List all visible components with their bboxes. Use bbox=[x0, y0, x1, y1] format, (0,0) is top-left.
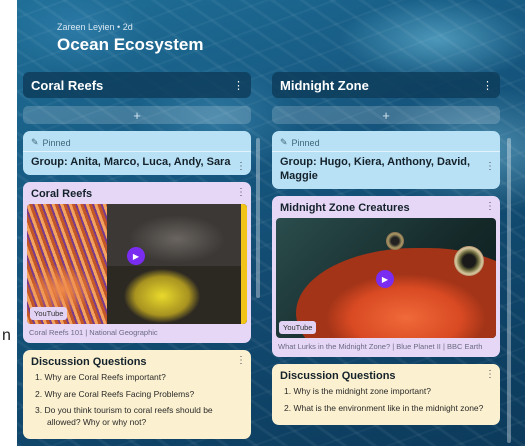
group-title: Group: Anita, Marco, Luca, Andy, Sara bbox=[23, 151, 251, 175]
card-menu-icon[interactable]: ⋮ bbox=[236, 355, 246, 366]
add-post-button[interactable]: + bbox=[272, 106, 500, 124]
coral-image-tile bbox=[27, 204, 107, 324]
card-menu-icon[interactable]: ⋮ bbox=[236, 187, 246, 198]
play-icon[interactable]: ▶ bbox=[376, 270, 394, 288]
column-title: Coral Reefs bbox=[31, 77, 104, 93]
group-title: Group: Hugo, Kiera, Anthony, David, Magg… bbox=[272, 151, 500, 189]
source-badge: YouTube bbox=[279, 321, 317, 334]
column-scrollbar[interactable] bbox=[256, 138, 260, 298]
column-header[interactable]: Coral Reefs ⋮ bbox=[23, 72, 251, 98]
board-title: Ocean Ecosystem bbox=[57, 35, 204, 54]
pinned-indicator: ✎ Pinned bbox=[23, 131, 251, 151]
list-item: 1. Why is the midnight zone important? bbox=[284, 386, 431, 396]
column-menu-icon[interactable]: ⋮ bbox=[233, 79, 244, 92]
card-menu-icon[interactable]: ⋮ bbox=[485, 161, 495, 172]
column-header[interactable]: Midnight Zone ⋮ bbox=[272, 72, 500, 98]
pinned-label: Pinned bbox=[291, 137, 320, 148]
card-title: Discussion Questions bbox=[280, 370, 396, 382]
play-icon[interactable]: ▶ bbox=[127, 247, 145, 265]
column-menu-icon[interactable]: ⋮ bbox=[482, 79, 493, 92]
pinned-label: Pinned bbox=[42, 137, 71, 148]
card-menu-icon[interactable]: ⋮ bbox=[236, 161, 246, 172]
coral-image-tile bbox=[241, 204, 247, 324]
left-edge-letter: n bbox=[2, 327, 11, 344]
list-item: 2. What is the environment like in the m… bbox=[284, 402, 484, 413]
video-thumbnail[interactable]: ▶ YouTube bbox=[27, 204, 247, 324]
source-badge: YouTube bbox=[30, 307, 68, 320]
pinned-group-card[interactable]: ✎ Pinned Group: Anita, Marco, Luca, Andy… bbox=[23, 131, 251, 175]
card-menu-icon[interactable]: ⋮ bbox=[485, 369, 495, 380]
column-scrollbar[interactable] bbox=[507, 138, 511, 443]
list-item: 3. Do you think tourism to coral reefs s… bbox=[35, 405, 213, 427]
question-list: 1. Why is the midnight zone important? 2… bbox=[272, 386, 500, 425]
video-caption[interactable]: Coral Reefs 101 | National Geographic bbox=[23, 324, 251, 343]
left-edge-strip: n bbox=[0, 0, 17, 446]
question-list: 1. Why are Coral Reefs important? 2. Why… bbox=[23, 372, 251, 439]
discussion-card[interactable]: Discussion Questions ⋮ 1. Why are Coral … bbox=[23, 350, 251, 439]
pin-icon: ✎ bbox=[31, 137, 39, 147]
card-title: Discussion Questions bbox=[31, 356, 147, 368]
pinned-group-card[interactable]: ✎ Pinned Group: Hugo, Kiera, Anthony, Da… bbox=[272, 131, 500, 189]
column-title: Midnight Zone bbox=[280, 77, 369, 93]
pin-icon: ✎ bbox=[280, 137, 288, 147]
card-menu-icon[interactable]: ⋮ bbox=[485, 201, 495, 212]
list-item: 1. Why are Coral Reefs important? bbox=[35, 372, 166, 382]
video-card[interactable]: Coral Reefs ⋮ ▶ YouTube Coral Reefs 101 … bbox=[23, 182, 251, 343]
card-title: Midnight Zone Creatures bbox=[280, 202, 410, 214]
video-card[interactable]: Midnight Zone Creatures ⋮ ▶ YouTube What… bbox=[272, 196, 500, 357]
fish-eye bbox=[386, 232, 404, 250]
pinned-indicator: ✎ Pinned bbox=[272, 131, 500, 151]
discussion-card[interactable]: Discussion Questions ⋮ 1. Why is the mid… bbox=[272, 364, 500, 425]
column-midnight-zone: Midnight Zone ⋮ + ✎ Pinned Group: Hugo, … bbox=[272, 72, 500, 425]
video-caption[interactable]: What Lurks in the Midnight Zone? | Blue … bbox=[272, 338, 500, 357]
card-title: Coral Reefs bbox=[31, 188, 93, 200]
list-item: 2. Why are Coral Reefs Facing Problems? bbox=[35, 388, 195, 399]
padlet-board: Zareen Leyien • 2d Ocean Ecosystem Coral… bbox=[17, 0, 525, 446]
fish-eye bbox=[454, 246, 484, 276]
coral-image-tile bbox=[107, 266, 247, 324]
video-thumbnail[interactable]: ▶ YouTube bbox=[276, 218, 496, 338]
add-post-button[interactable]: + bbox=[23, 106, 251, 124]
column-coral-reefs: Coral Reefs ⋮ + ✎ Pinned Group: Anita, M… bbox=[23, 72, 251, 439]
board-author: Zareen Leyien • 2d bbox=[57, 22, 133, 32]
